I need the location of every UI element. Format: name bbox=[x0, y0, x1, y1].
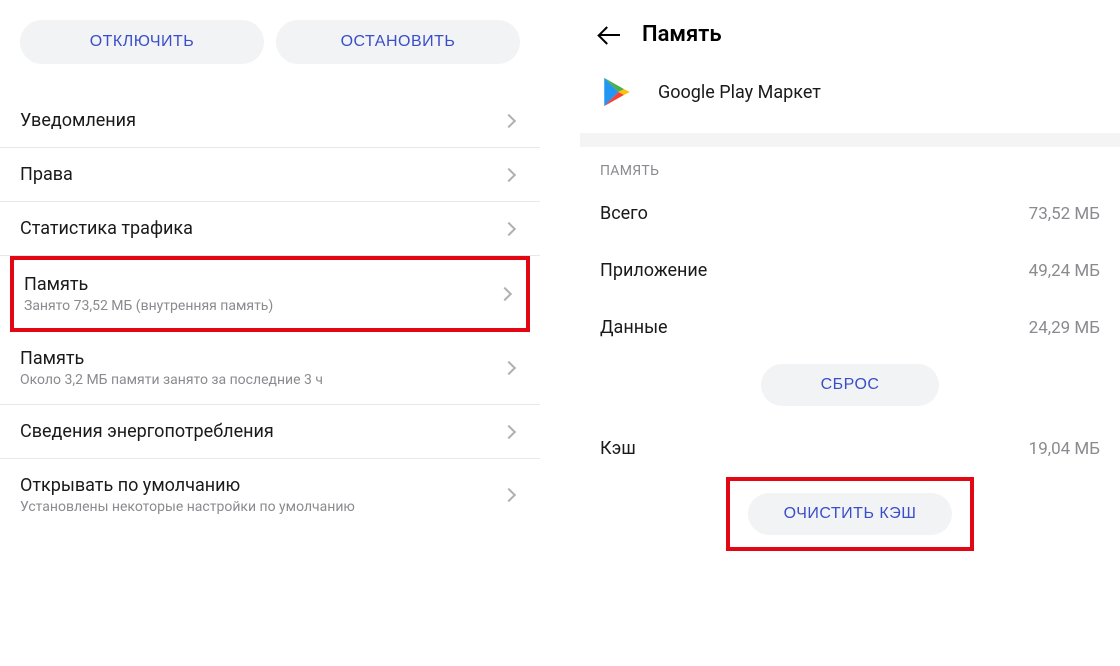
list-item-memory-usage[interactable]: Память Около 3,2 МБ памяти занято за пос… bbox=[0, 332, 540, 405]
list-item-permissions[interactable]: Права bbox=[0, 148, 540, 202]
list-item-title: Память bbox=[24, 274, 500, 295]
section-label-storage: ПАМЯТЬ bbox=[580, 147, 1120, 185]
google-play-icon bbox=[600, 75, 634, 109]
chevron-right-icon bbox=[502, 424, 516, 438]
chevron-right-icon bbox=[502, 361, 516, 375]
list-item-subtitle: Занято 73,52 МБ (внутренняя память) bbox=[24, 298, 500, 314]
list-item-title: Статистика трафика bbox=[20, 218, 504, 239]
row-app: Приложение 49,24 МБ bbox=[580, 242, 1120, 299]
list-item-title: Сведения энергопотребления bbox=[20, 421, 504, 442]
panel-header: Память bbox=[580, 0, 1120, 57]
list-item-subtitle: Установлены некоторые настройки по умолч… bbox=[20, 499, 504, 515]
reset-button-row: СБРОС bbox=[580, 356, 1120, 420]
list-item-title: Открывать по умолчанию bbox=[20, 475, 504, 496]
stop-button[interactable]: ОСТАНОВИТЬ bbox=[276, 20, 520, 64]
list-item-notifications[interactable]: Уведомления bbox=[0, 94, 540, 148]
row-data: Данные 24,29 МБ bbox=[580, 299, 1120, 356]
chevron-right-icon bbox=[502, 113, 516, 127]
row-key: Данные bbox=[600, 317, 668, 338]
row-total: Всего 73,52 МБ bbox=[580, 185, 1120, 242]
list-item-title: Память bbox=[20, 348, 504, 369]
settings-list: Уведомления Права Статистика трафика Пам… bbox=[0, 94, 540, 531]
clear-cache-button[interactable]: ОЧИСТИТЬ КЭШ bbox=[748, 493, 953, 535]
list-item-traffic-stats[interactable]: Статистика трафика bbox=[0, 202, 540, 256]
list-item-power-usage[interactable]: Сведения энергопотребления bbox=[0, 405, 540, 459]
row-cache: Кэш 19,04 МБ bbox=[580, 420, 1120, 477]
chevron-right-icon bbox=[502, 488, 516, 502]
back-arrow-icon[interactable] bbox=[600, 24, 622, 46]
highlight-clear-cache: ОЧИСТИТЬ КЭШ bbox=[726, 477, 975, 551]
app-header-row: Google Play Маркет bbox=[580, 57, 1120, 133]
row-value: 19,04 МБ bbox=[1029, 439, 1100, 459]
reset-button[interactable]: СБРОС bbox=[761, 364, 940, 406]
storage-detail-panel: Память Google Play Маркет ПАМЯТЬ Всего 7… bbox=[570, 0, 1120, 666]
row-value: 24,29 МБ bbox=[1029, 318, 1100, 338]
row-value: 49,24 МБ bbox=[1029, 261, 1100, 281]
list-item-title: Права bbox=[20, 164, 504, 185]
app-info-panel: ОТКЛЮЧИТЬ ОСТАНОВИТЬ Уведомления Права С… bbox=[0, 0, 570, 666]
app-name-label: Google Play Маркет bbox=[658, 82, 821, 103]
page-title: Память bbox=[642, 22, 722, 47]
chevron-right-icon bbox=[502, 221, 516, 235]
row-value: 73,52 МБ bbox=[1029, 204, 1100, 224]
list-item-title: Уведомления bbox=[20, 110, 504, 131]
row-key: Всего bbox=[600, 203, 648, 224]
row-key: Приложение bbox=[600, 260, 707, 281]
list-item-storage[interactable]: Память Занято 73,52 МБ (внутренняя памят… bbox=[14, 260, 526, 328]
top-button-row: ОТКЛЮЧИТЬ ОСТАНОВИТЬ bbox=[0, 0, 540, 94]
list-item-open-by-default[interactable]: Открывать по умолчанию Установлены некот… bbox=[0, 459, 540, 531]
disable-button[interactable]: ОТКЛЮЧИТЬ bbox=[20, 20, 264, 64]
highlight-storage-row: Память Занято 73,52 МБ (внутренняя памят… bbox=[10, 256, 530, 332]
row-key: Кэш bbox=[600, 438, 636, 459]
section-divider bbox=[580, 133, 1120, 147]
chevron-right-icon bbox=[498, 287, 512, 301]
chevron-right-icon bbox=[502, 167, 516, 181]
list-item-subtitle: Около 3,2 МБ памяти занято за последние … bbox=[20, 372, 504, 388]
